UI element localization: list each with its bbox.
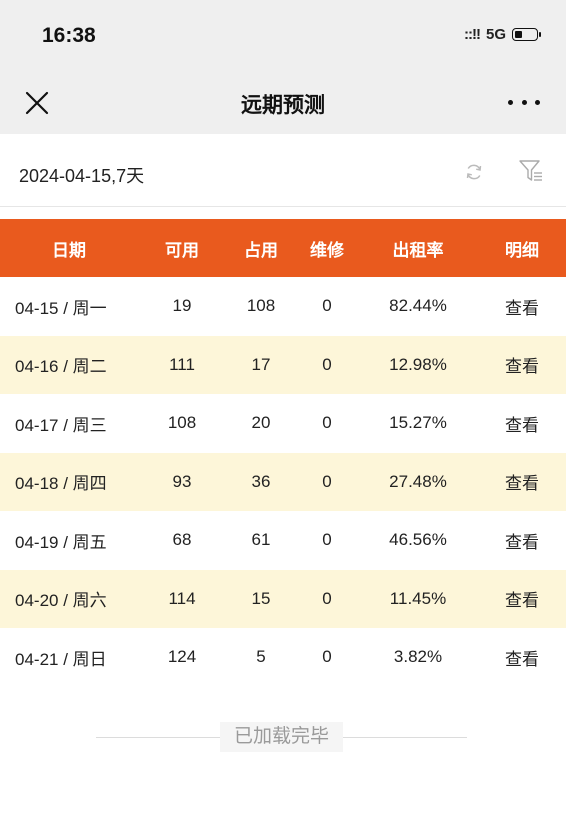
cell-repair: 0 [322, 647, 332, 667]
cell-occupied: 20 [251, 413, 271, 433]
cell-date: 04-18 / 周四 [15, 474, 107, 494]
cell-available: 68 [172, 530, 192, 550]
refresh-icon[interactable] [464, 162, 484, 182]
cell-available: 108 [167, 413, 197, 433]
view-detail-link[interactable]: 查看 [478, 411, 566, 436]
more-dot [508, 99, 513, 105]
battery-icon [512, 28, 541, 41]
table-row: 04-18 / 周四 93 36 0 27.48% 查看 [0, 452, 566, 511]
more-icon[interactable] [508, 96, 540, 108]
table-row: 04-21 / 周日 124 5 0 3.82% 查看 [0, 628, 566, 687]
view-detail-link[interactable]: 查看 [478, 294, 566, 319]
date-range-text[interactable]: 2024-04-15,7天 [19, 162, 144, 188]
cell-repair: 0 [322, 530, 332, 550]
header-repair: 维修 [310, 240, 344, 260]
cell-date: 04-19 / 周五 [15, 532, 107, 552]
cell-rate: 11.45% [389, 588, 447, 608]
more-dot [535, 99, 540, 105]
cell-rate: 46.56% [389, 530, 447, 550]
table-row: 04-19 / 周五 68 61 0 46.56% 查看 [0, 511, 566, 570]
cell-date: 04-20 / 周六 [15, 591, 107, 611]
divider-left [96, 737, 220, 738]
cell-available: 114 [168, 588, 196, 608]
cell-occupied: 17 [251, 354, 271, 374]
view-detail-link[interactable]: 查看 [478, 528, 566, 553]
cell-available: 19 [172, 296, 192, 316]
cell-repair: 0 [322, 471, 332, 491]
cell-rate: 82.44% [389, 296, 447, 316]
table-row: 04-20 / 周六 114 15 0 11.45% 查看 [0, 569, 566, 628]
cell-rate: 12.98% [389, 354, 447, 374]
network-type: 5G [485, 26, 506, 43]
header-occupied: 占用 [244, 240, 278, 260]
cell-rate: 15.27% [389, 413, 447, 433]
table-row: 04-15 / 周一 19 108 0 82.44% 查看 [0, 277, 566, 336]
cell-rate: 27.48% [389, 471, 447, 491]
divider-right [343, 737, 467, 738]
cell-repair: 0 [322, 588, 332, 608]
cell-occupied: 61 [251, 530, 271, 550]
cell-occupied: 15 [251, 588, 271, 608]
cell-rate: 3.82% [393, 647, 443, 667]
header-rate: 出租率 [392, 240, 444, 260]
cell-date: 04-15 / 周一 [15, 298, 107, 318]
cell-repair: 0 [322, 354, 332, 374]
load-complete-footer: 已加载完毕 [0, 722, 566, 752]
cell-occupied: 5 [256, 647, 266, 667]
header-detail: 明细 [505, 240, 539, 260]
forecast-table: 日期 可用 占用 维修 出租率 明细 04-15 / 周一 19 108 0 8… [0, 219, 566, 687]
status-indicators: ::!! 5G [464, 26, 541, 43]
close-icon[interactable] [22, 88, 52, 118]
more-dot [521, 99, 527, 105]
cell-date: 04-21 / 周日 [15, 649, 107, 669]
cell-date: 04-17 / 周三 [15, 415, 107, 435]
cell-available: 111 [169, 354, 195, 374]
cell-occupied: 36 [251, 471, 271, 491]
view-detail-link[interactable]: 查看 [478, 352, 566, 377]
cell-occupied: 108 [246, 296, 276, 316]
battery-level [515, 31, 522, 38]
view-detail-link[interactable]: 查看 [478, 469, 566, 494]
header-date: 日期 [52, 240, 86, 260]
cell-date: 04-16 / 周二 [15, 357, 107, 377]
cell-repair: 0 [322, 296, 332, 316]
nav-bar: 远期预测 [0, 70, 566, 134]
view-detail-link[interactable]: 查看 [478, 586, 566, 611]
filter-bar: 2024-04-15,7天 [0, 134, 566, 207]
status-time: 16:38 [42, 24, 96, 47]
load-complete-text: 已加载完毕 [220, 722, 343, 752]
filter-icon[interactable] [518, 158, 544, 184]
cell-repair: 0 [322, 413, 332, 433]
page-title: 远期预测 [241, 94, 325, 117]
table-row: 04-16 / 周二 111 17 0 12.98% 查看 [0, 335, 566, 394]
signal-icon: ::!! [464, 26, 481, 43]
table-row: 04-17 / 周三 108 20 0 15.27% 查看 [0, 394, 566, 453]
status-bar: 16:38 ::!! 5G [0, 0, 566, 70]
table-header: 日期 可用 占用 维修 出租率 明细 [0, 219, 566, 277]
header-available: 可用 [165, 240, 199, 260]
view-detail-link[interactable]: 查看 [478, 645, 566, 670]
cell-available: 93 [172, 471, 192, 491]
cell-available: 124 [167, 647, 197, 667]
